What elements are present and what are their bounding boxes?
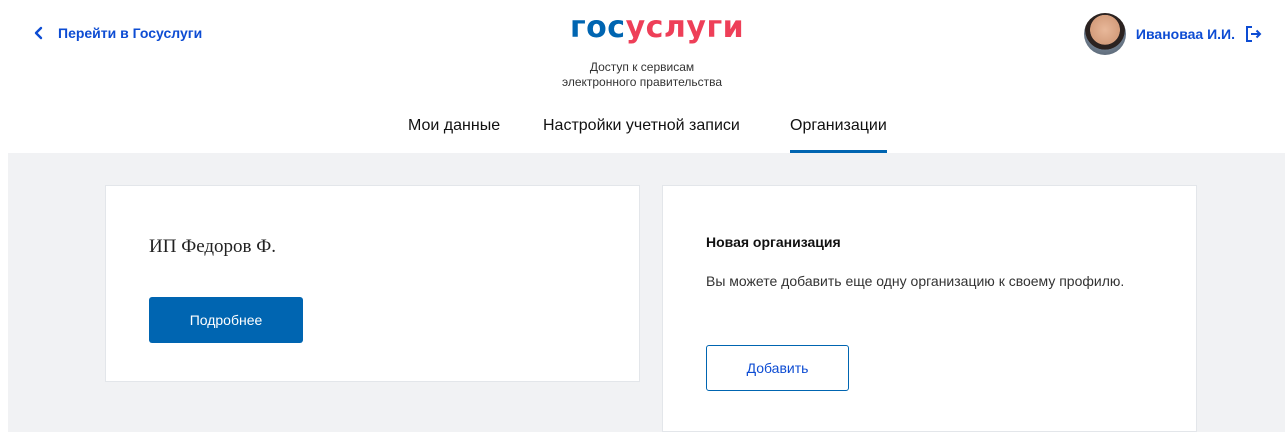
- tagline-line-1: Доступ к сервисам: [589, 60, 695, 74]
- back-to-gosuslugi-link[interactable]: Перейти в Госуслуги: [32, 25, 202, 41]
- logo-part-gos: гос: [570, 10, 626, 45]
- avatar[interactable]: [1083, 13, 1126, 55]
- tab-account-settings[interactable]: Настройки учетной записи: [543, 115, 740, 153]
- add-organization-button[interactable]: Добавить: [706, 345, 849, 391]
- new-organization-title: Новая организация: [706, 234, 841, 250]
- tagline: Доступ к сервисам электронного правитель…: [520, 60, 764, 90]
- tagline-line-2: электронного правительства: [561, 75, 723, 89]
- details-button[interactable]: Подробнее: [149, 297, 303, 343]
- main-content: ИП Федоров Ф. Подробнее Новая организаци…: [8, 153, 1285, 432]
- user-menu: Ивановаа И.И.: [1083, 13, 1263, 55]
- page-header: Перейти в Госуслуги госуслуги Доступ к с…: [0, 0, 1285, 153]
- logout-icon[interactable]: [1245, 25, 1263, 43]
- user-name[interactable]: Ивановаа И.И.: [1136, 26, 1235, 42]
- gosuslugi-logo[interactable]: госуслуги: [570, 10, 744, 46]
- tab-organizations[interactable]: Организации: [790, 115, 887, 153]
- new-organization-card: Новая организация Вы можете добавить еще…: [662, 185, 1197, 432]
- organization-name: ИП Федоров Ф.: [149, 236, 277, 257]
- back-link-label: Перейти в Госуслуги: [58, 25, 203, 41]
- chevron-left-icon: [34, 26, 43, 40]
- tab-my-data[interactable]: Мои данные: [408, 115, 500, 153]
- new-organization-description: Вы можете добавить еще одну организацию …: [706, 273, 1125, 289]
- logo-part-uslugi: услуги: [625, 10, 745, 45]
- profile-tabs: Мои данные Настройки учетной записи Орга…: [0, 115, 1285, 153]
- organization-card: ИП Федоров Ф. Подробнее: [105, 185, 640, 382]
